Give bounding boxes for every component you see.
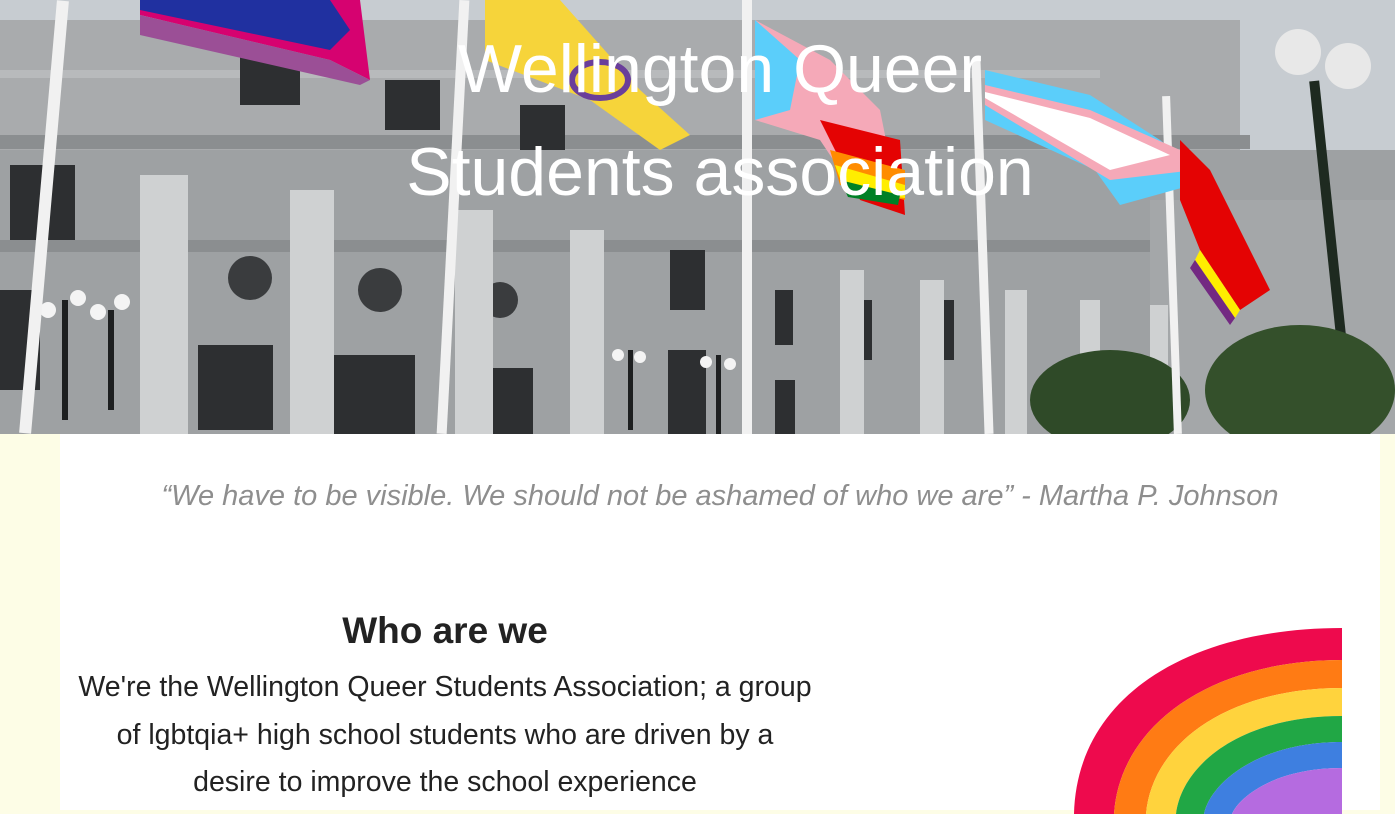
site-title: Wellington Queer Students association [0,18,1395,224]
who-are-we-heading: Who are we [342,610,548,651]
featured-quote: “We have to be visible. We should not be… [161,480,1279,512]
site-title-line-2: Students association [406,134,1034,210]
hero-banner: Wellington Queer Students association [0,0,1395,434]
site-title-line-1: Wellington Queer [457,31,983,107]
main-content: “We have to be visible. We should not be… [60,434,1380,814]
rainbow-icon [1074,628,1342,814]
who-are-we-text: We're the Wellington Queer Students Asso… [78,671,812,798]
